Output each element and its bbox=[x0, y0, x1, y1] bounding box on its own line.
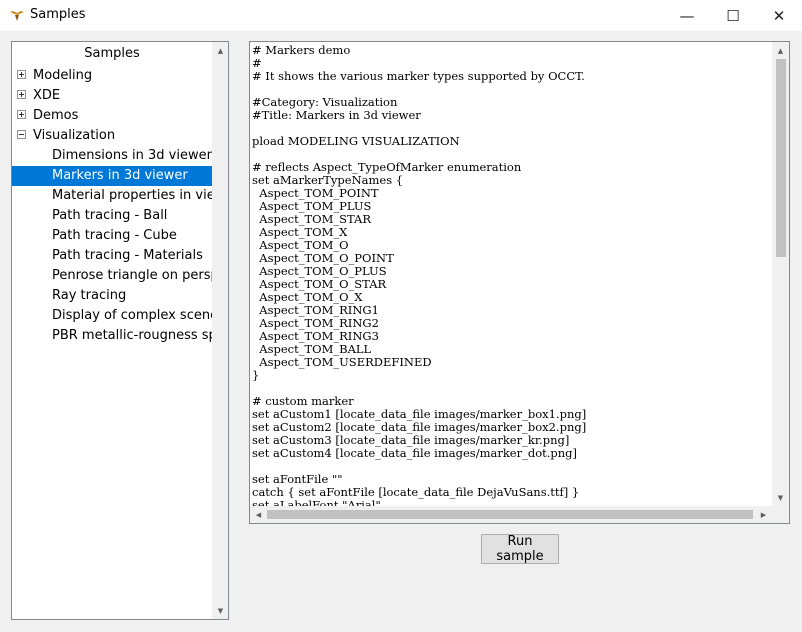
close-icon: ✕ bbox=[772, 6, 786, 25]
scrollbar-corner bbox=[772, 506, 789, 523]
minimize-icon: — bbox=[679, 6, 695, 25]
app-icon bbox=[10, 11, 24, 21]
expand-plus-icon[interactable] bbox=[17, 70, 26, 79]
tree-vertical-scrollbar[interactable]: ▲ ▼ bbox=[212, 42, 228, 619]
tree-item-label: Demos bbox=[33, 108, 79, 123]
minimize-button[interactable]: — bbox=[664, 0, 710, 31]
scroll-right-arrow-icon[interactable]: ▶ bbox=[755, 506, 772, 523]
tree-child-markers[interactable]: Markers in 3d viewer bbox=[12, 166, 213, 186]
code-line: set aCustom4 [locate_data_file images/ma… bbox=[252, 446, 578, 460]
script-text-area[interactable]: # Markers demo # # It shows the various ma… bbox=[249, 41, 790, 524]
tree-child-path-tracing-materials[interactable]: Path tracing - Materials bbox=[12, 246, 213, 266]
tree-child-pbr-spheres[interactable]: PBR metallic-rougness spheres bbox=[12, 326, 213, 346]
scroll-down-arrow-icon[interactable]: ▼ bbox=[772, 489, 789, 506]
code-line: Aspect_TOM_USERDEFINED bbox=[252, 355, 432, 369]
tree-child-ray-tracing[interactable]: Ray tracing bbox=[12, 286, 213, 306]
code-line: } bbox=[252, 368, 260, 382]
scroll-up-arrow-icon[interactable]: ▲ bbox=[212, 42, 228, 59]
tree-child-penrose-triangle[interactable]: Penrose triangle on perspective bbox=[12, 266, 213, 286]
close-button[interactable]: ✕ bbox=[756, 0, 802, 31]
script-code[interactable]: # Markers demo # # It shows the various ma… bbox=[252, 44, 772, 508]
horizontal-scroll-thumb[interactable] bbox=[267, 510, 753, 519]
window-title: Samples bbox=[30, 7, 86, 22]
scroll-up-arrow-icon[interactable]: ▲ bbox=[772, 42, 789, 59]
tree-item-label: XDE bbox=[33, 88, 61, 103]
tree-child-path-tracing-ball[interactable]: Path tracing - Ball bbox=[12, 206, 213, 226]
code-line: # Markers demo bbox=[252, 44, 351, 57]
tree-child-complex-scene[interactable]: Display of complex scene and animation bbox=[12, 306, 213, 326]
tree-child-material-properties[interactable]: Material properties in viewer bbox=[12, 186, 213, 206]
maximize-icon: ☐ bbox=[726, 6, 740, 25]
title-bar: Samples — ☐ ✕ bbox=[0, 0, 802, 32]
tree-item-modeling[interactable]: Modeling bbox=[17, 66, 92, 86]
samples-tree[interactable]: Samples Modeling XDE Demos Visualization… bbox=[11, 41, 229, 620]
tree-item-label: Modeling bbox=[33, 68, 93, 83]
code-line: # It shows the various marker types supp… bbox=[252, 69, 585, 83]
scroll-down-arrow-icon[interactable]: ▼ bbox=[212, 602, 228, 619]
tree-item-xde[interactable]: XDE bbox=[17, 86, 60, 106]
tree-child-dimensions[interactable]: Dimensions in 3d viewer bbox=[12, 146, 213, 166]
collapse-minus-icon[interactable] bbox=[17, 130, 26, 139]
tree-item-demos[interactable]: Demos bbox=[17, 106, 78, 126]
tree-header: Samples bbox=[84, 46, 140, 61]
script-horizontal-scrollbar[interactable]: ◀ ▶ bbox=[250, 506, 772, 523]
expand-plus-icon[interactable] bbox=[17, 110, 26, 119]
expand-plus-icon[interactable] bbox=[17, 90, 26, 99]
code-line: #Title: Markers in 3d viewer bbox=[252, 108, 421, 122]
tree-child-path-tracing-cube[interactable]: Path tracing - Cube bbox=[12, 226, 213, 246]
script-vertical-scrollbar[interactable]: ▲ ▼ bbox=[772, 42, 789, 506]
tree-item-label: Visualization bbox=[33, 128, 116, 143]
code-line: pload MODELING VISUALIZATION bbox=[252, 134, 460, 148]
maximize-button[interactable]: ☐ bbox=[710, 0, 756, 31]
vertical-scroll-thumb[interactable] bbox=[776, 59, 786, 257]
tree-item-visualization[interactable]: Visualization bbox=[17, 126, 115, 146]
scroll-left-arrow-icon[interactable]: ◀ bbox=[250, 506, 267, 523]
run-sample-button[interactable]: Run sample bbox=[481, 534, 559, 564]
